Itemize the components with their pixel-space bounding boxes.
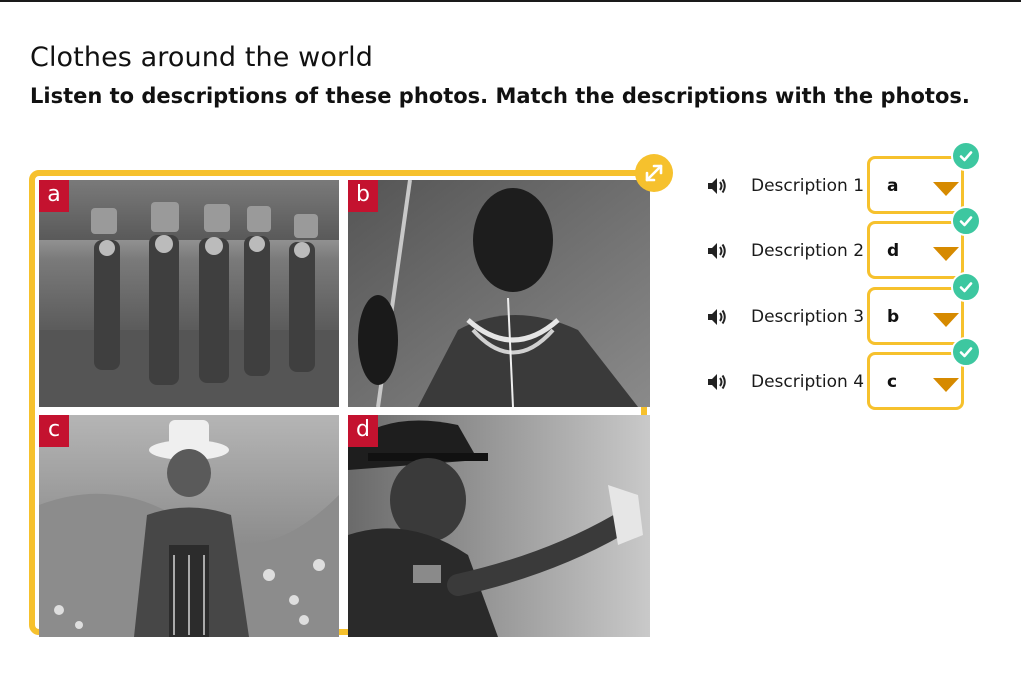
photo-label-c: c [39, 415, 69, 447]
check-icon [951, 272, 981, 302]
photo-a-image [39, 180, 339, 407]
photo-b-image [348, 180, 650, 407]
photo-b: b [348, 180, 650, 407]
caret-down-icon [933, 313, 959, 327]
caret-down-icon [933, 247, 959, 261]
description-label: Description 4 [751, 372, 865, 392]
check-icon [951, 206, 981, 236]
description-row-3: Description 3 b [705, 272, 1005, 345]
speaker-icon[interactable] [705, 174, 729, 198]
expand-arrows-icon [645, 164, 663, 182]
top-divider [0, 0, 1021, 2]
answer-dropdown[interactable]: b [867, 287, 964, 345]
description-row-4: Description 4 c [705, 337, 1005, 410]
photo-c-image [39, 415, 339, 637]
photo-d-image [348, 415, 650, 637]
caret-down-icon [933, 378, 959, 392]
photo-a: a [39, 180, 339, 407]
check-icon [951, 337, 981, 367]
answer-value: b [887, 307, 900, 327]
description-label: Description 3 [751, 307, 865, 327]
page-title: Clothes around the world [30, 42, 373, 73]
answer-value: c [887, 372, 898, 392]
answer-dropdown[interactable]: c [867, 352, 964, 410]
instruction-text: Listen to descriptions of these photos. … [30, 84, 970, 108]
speaker-icon[interactable] [705, 370, 729, 394]
answer-dropdown[interactable]: d [867, 221, 964, 279]
answer-dropdown[interactable]: a [867, 156, 964, 214]
check-icon [951, 141, 981, 171]
speaker-icon[interactable] [705, 239, 729, 263]
photo-label-a: a [39, 180, 69, 212]
description-row-2: Description 2 d [705, 206, 1005, 279]
expand-button[interactable] [635, 154, 673, 192]
description-label: Description 2 [751, 241, 865, 261]
photo-d: d [348, 415, 650, 637]
photo-label-d: d [348, 415, 378, 447]
description-row-1: Description 1 a [705, 141, 1005, 214]
caret-down-icon [933, 182, 959, 196]
description-label: Description 1 [751, 176, 865, 196]
photo-label-b: b [348, 180, 378, 212]
answer-value: a [887, 176, 899, 196]
photo-c: c [39, 415, 339, 637]
speaker-icon[interactable] [705, 305, 729, 329]
answer-value: d [887, 241, 900, 261]
photo-grid: a b c d [29, 170, 650, 637]
